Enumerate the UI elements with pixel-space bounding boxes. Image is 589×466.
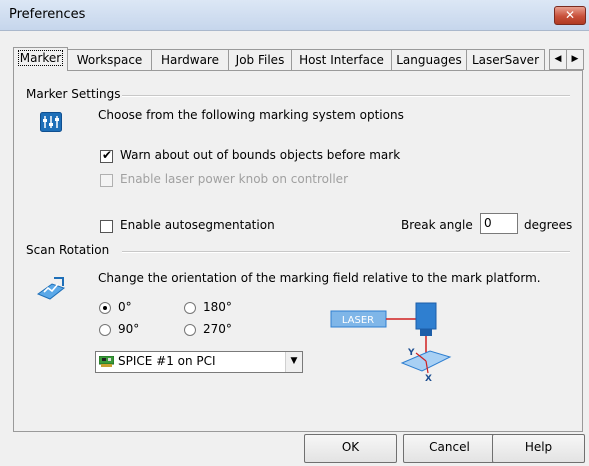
window-title: Preferences [9,7,86,22]
tab-hardware[interactable]: Hardware [151,49,229,70]
marker-settings-icon [40,112,62,132]
ok-button[interactable]: OK [304,434,397,463]
y-axis-label: Y [407,348,415,358]
help-button[interactable]: Help [492,434,585,463]
laser-orientation-diagram: LASER Y X [330,301,460,384]
marker-settings-description: Choose from the following marking system… [98,108,404,122]
tab-host-interface[interactable]: Host Interface [291,49,392,70]
marker-tab-panel: Marker Settings Choose from the followin… [13,70,583,432]
laser-power-knob-checkbox [100,174,113,187]
device-select[interactable]: SPICE #1 on PCI ▼ [95,351,303,373]
autosegmentation-checkbox[interactable] [100,220,113,233]
radio-selected-dot [103,306,107,310]
scan-rotation-header: Scan Rotation [26,243,110,257]
tab-lasersaver[interactable]: LaserSaver [466,49,545,70]
pci-card-icon [98,355,115,367]
close-button[interactable]: ✕ [554,6,586,25]
laser-label: LASER [342,315,374,326]
break-angle-units: degrees [524,218,573,232]
rotation-0-radio[interactable] [99,302,111,314]
tab-scroll-right-button[interactable]: ▶ [566,49,584,70]
chevron-down-icon[interactable]: ▼ [285,352,302,372]
break-angle-label: Break angle [401,218,473,232]
cancel-button[interactable]: Cancel [403,434,496,463]
marker-settings-header: Marker Settings [26,87,121,101]
break-angle-input[interactable]: 0 [480,213,518,234]
rotation-270-radio[interactable] [184,324,196,336]
x-axis-label: X [425,374,432,381]
rotation-90-label: 90° [118,322,140,336]
rotation-270-label: 270° [203,322,232,336]
tab-scroll-left-button[interactable]: ◀ [549,49,567,70]
tab-languages[interactable]: Languages [391,49,467,70]
rotation-0-label: 0° [118,300,132,314]
checkmark-icon: ✔ [102,148,113,162]
preferences-window: Preferences ✕ Marker Workspace Hardware … [0,0,589,466]
laser-power-knob-label: Enable laser power knob on controller [120,172,348,186]
warn-out-of-bounds-checkbox[interactable]: ✔ [100,148,113,163]
rotation-90-radio[interactable] [99,324,111,336]
tab-marker[interactable]: Marker [13,47,68,71]
device-select-value: SPICE #1 on PCI [118,354,216,368]
scan-rotation-description: Change the orientation of the marking fi… [98,271,541,285]
tab-job-files[interactable]: Job Files [228,49,292,70]
scan-rotation-icon [36,274,66,302]
scan-rotation-divider [122,251,570,253]
title-bar[interactable]: Preferences ✕ [0,0,589,31]
rotation-180-label: 180° [203,300,232,314]
marker-settings-divider [122,95,570,97]
autosegmentation-label: Enable autosegmentation [120,218,275,232]
tab-workspace[interactable]: Workspace [67,49,152,70]
warn-out-of-bounds-label: Warn about out of bounds objects before … [120,148,401,162]
rotation-180-radio[interactable] [184,302,196,314]
